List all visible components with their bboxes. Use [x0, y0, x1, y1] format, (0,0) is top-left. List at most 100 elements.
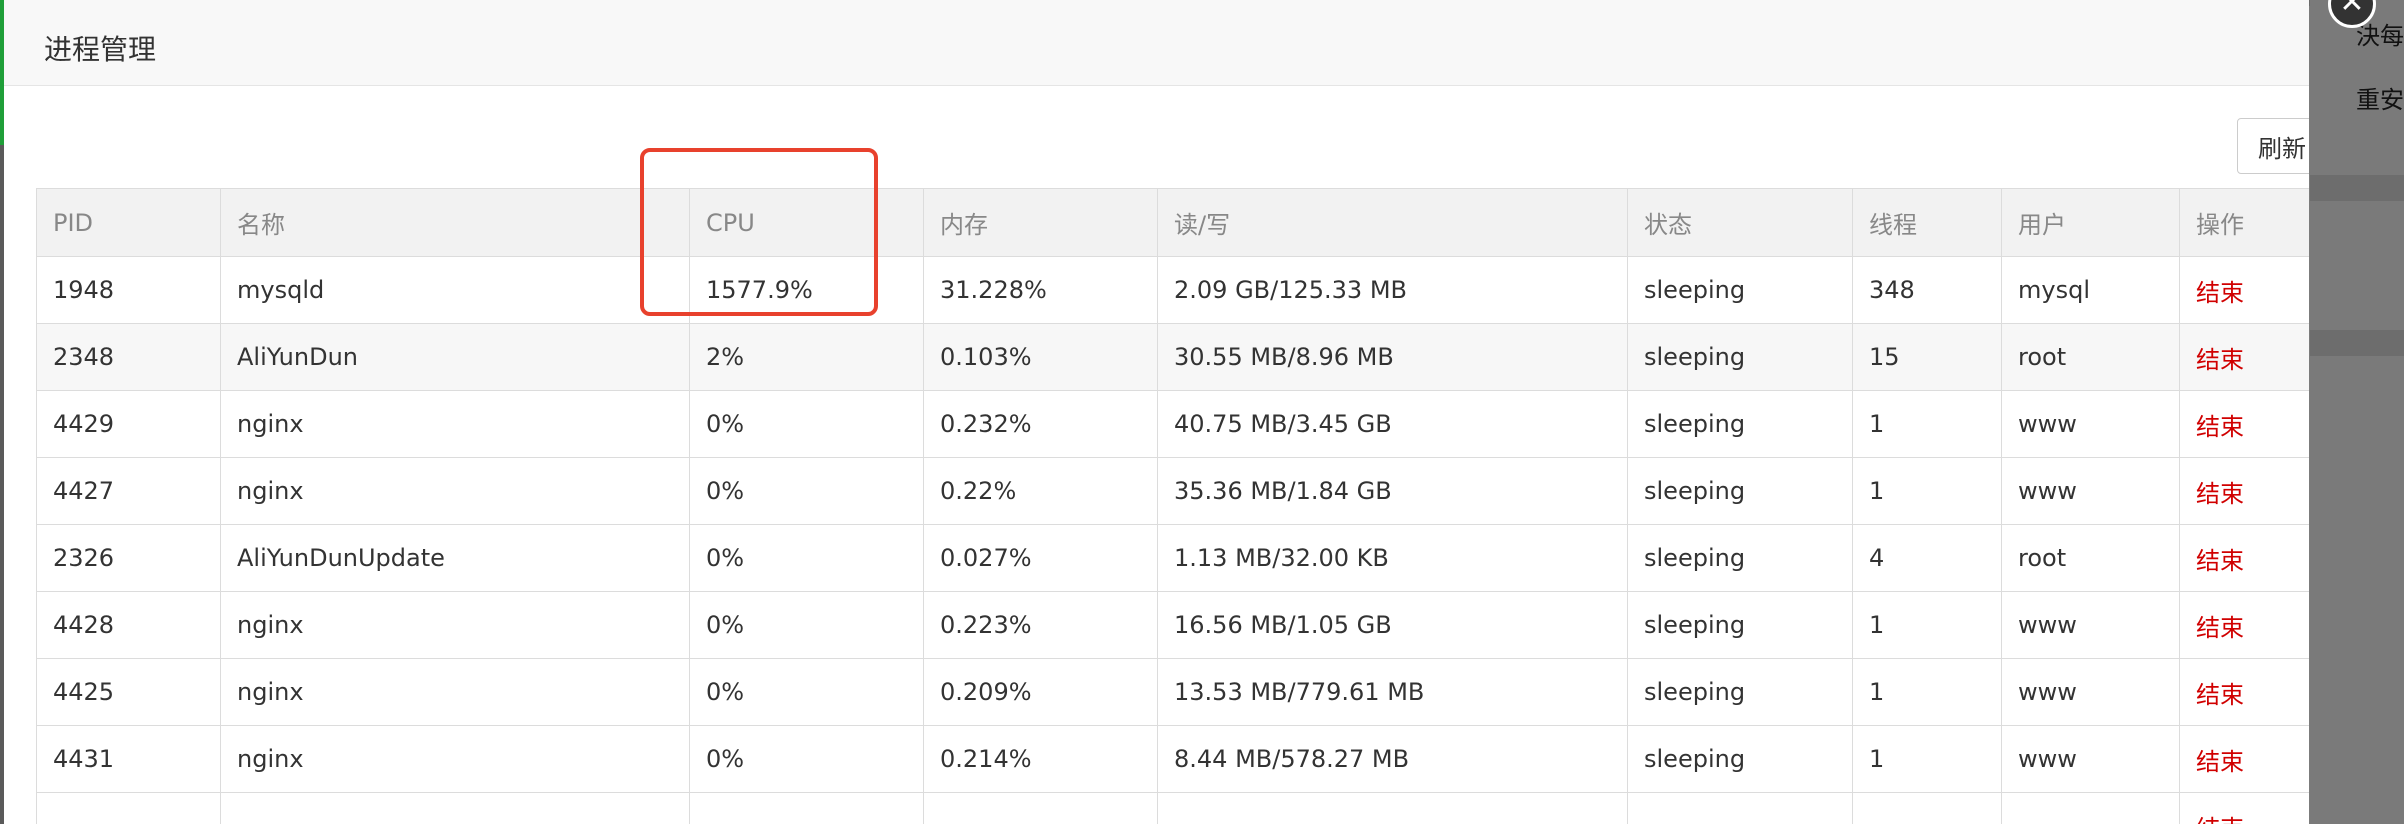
kill-process-link[interactable]: 结束 — [2179, 658, 2309, 726]
cell-memory: 0.223% — [923, 591, 1158, 659]
column-header-action: 操作 — [2179, 188, 2309, 257]
cell-pid: 2326 — [36, 524, 221, 592]
column-header-status[interactable]: 状态 — [1627, 188, 1853, 257]
background-right-panel — [2310, 0, 2404, 824]
table-row: 4427 nginx 0% 0.22% 35.36 MB/1.84 GB sle… — [36, 457, 2309, 525]
cell-status: sleeping — [1627, 725, 1853, 793]
table-row: 1948 mysqld 1577.9% 31.228% 2.09 GB/125.… — [36, 256, 2309, 324]
cell-io — [1157, 792, 1628, 824]
column-header-pid[interactable]: PID — [36, 188, 221, 257]
cell-pid: 4425 — [36, 658, 221, 726]
cell-name: nginx — [220, 390, 690, 458]
cell-pid: 4431 — [36, 725, 221, 793]
column-header-user[interactable]: 用户 — [2001, 188, 2180, 257]
kill-process-link[interactable]: 结束 — [2179, 792, 2309, 824]
cell-io: 16.56 MB/1.05 GB — [1157, 591, 1628, 659]
cell-io: 8.44 MB/578.27 MB — [1157, 725, 1628, 793]
kill-process-link[interactable]: 结束 — [2179, 256, 2309, 324]
cell-pid: 1948 — [36, 256, 221, 324]
cell-status — [1627, 792, 1853, 824]
cell-status: sleeping — [1627, 256, 1853, 324]
cell-status: sleeping — [1627, 457, 1853, 525]
cell-cpu: 0% — [689, 524, 924, 592]
cell-io: 2.09 GB/125.33 MB — [1157, 256, 1628, 324]
table-row: 4429 nginx 0% 0.232% 40.75 MB/3.45 GB sl… — [36, 390, 2309, 458]
kill-process-link[interactable]: 结束 — [2179, 323, 2309, 391]
refresh-button[interactable]: 刷新 — [2237, 118, 2309, 174]
cell-status: sleeping — [1627, 658, 1853, 726]
cell-cpu: 0% — [689, 591, 924, 659]
cell-memory: 0.22% — [923, 457, 1158, 525]
table-row: 4425 nginx 0% 0.209% 13.53 MB/779.61 MB … — [36, 658, 2309, 726]
cell-name — [220, 792, 690, 824]
cell-threads: 1 — [1852, 591, 2002, 659]
cell-pid: 4429 — [36, 390, 221, 458]
cell-cpu: 0% — [689, 390, 924, 458]
cell-cpu: 0% — [689, 457, 924, 525]
kill-process-link[interactable]: 结束 — [2179, 524, 2309, 592]
cell-memory: 0.214% — [923, 725, 1158, 793]
kill-process-link[interactable]: 结束 — [2179, 591, 2309, 659]
cell-memory: 31.228% — [923, 256, 1158, 324]
cell-memory: 0.027% — [923, 524, 1158, 592]
cell-cpu: 2% — [689, 323, 924, 391]
cell-user: www — [2001, 658, 2180, 726]
cell-memory: 0.209% — [923, 658, 1158, 726]
cpu-highlight-box — [640, 148, 878, 316]
column-header-name[interactable]: 名称 — [220, 188, 690, 257]
cell-name: mysqld — [220, 256, 690, 324]
cell-threads — [1852, 792, 2002, 824]
table-row: 4431 nginx 0% 0.214% 8.44 MB/578.27 MB s… — [36, 725, 2309, 793]
cell-user: www — [2001, 725, 2180, 793]
table-row: 4428 nginx 0% 0.223% 16.56 MB/1.05 GB sl… — [36, 591, 2309, 659]
cell-status: sleeping — [1627, 524, 1853, 592]
cell-status: sleeping — [1627, 591, 1853, 659]
cell-io: 35.36 MB/1.84 GB — [1157, 457, 1628, 525]
cell-pid: 4428 — [36, 591, 221, 659]
column-header-threads[interactable]: 线程 — [1852, 188, 2002, 257]
cell-cpu — [689, 792, 924, 824]
cell-threads: 4 — [1852, 524, 2002, 592]
cell-user: www — [2001, 457, 2180, 525]
cell-threads: 1 — [1852, 457, 2002, 525]
cell-io: 1.13 MB/32.00 KB — [1157, 524, 1628, 592]
kill-process-link[interactable]: 结束 — [2179, 457, 2309, 525]
cell-name: nginx — [220, 658, 690, 726]
cell-threads: 1 — [1852, 658, 2002, 726]
kill-process-link[interactable]: 结束 — [2179, 725, 2309, 793]
cell-pid — [36, 792, 221, 824]
cell-io: 13.53 MB/779.61 MB — [1157, 658, 1628, 726]
table-row: 2326 AliYunDunUpdate 0% 0.027% 1.13 MB/3… — [36, 524, 2309, 592]
dialog-title: 进程管理 — [44, 33, 157, 66]
cell-threads: 1 — [1852, 725, 2002, 793]
cell-io: 30.55 MB/8.96 MB — [1157, 323, 1628, 391]
cell-io: 40.75 MB/3.45 GB — [1157, 390, 1628, 458]
table-header-row: PID 名称 CPU 内存 读/写 状态 线程 用户 操作 — [36, 188, 2309, 257]
cell-name: nginx — [220, 725, 690, 793]
table-row: 2348 AliYunDun 2% 0.103% 30.55 MB/8.96 M… — [36, 323, 2309, 391]
column-header-io[interactable]: 读/写 — [1157, 188, 1628, 257]
cell-user: www — [2001, 390, 2180, 458]
cell-name: nginx — [220, 457, 690, 525]
cell-pid: 2348 — [36, 323, 221, 391]
process-manager-dialog: 进程管理 刷新 PID 名称 CPU 内存 读/写 状态 线程 用户 操作 19… — [4, 0, 2309, 824]
cell-memory: 0.103% — [923, 323, 1158, 391]
cell-threads: 348 — [1852, 256, 2002, 324]
cell-user: mysql — [2001, 256, 2180, 324]
dialog-header: 进程管理 — [4, 0, 2309, 86]
cell-threads: 1 — [1852, 390, 2002, 458]
cell-cpu: 0% — [689, 725, 924, 793]
background-right-band — [2310, 175, 2404, 201]
background-right-band — [2310, 330, 2404, 356]
process-table: PID 名称 CPU 内存 读/写 状态 线程 用户 操作 1948 mysql… — [36, 188, 2309, 824]
table-row: 结束 — [36, 792, 2309, 824]
cell-status: sleeping — [1627, 390, 1853, 458]
cell-name: AliYunDun — [220, 323, 690, 391]
cell-status: sleeping — [1627, 323, 1853, 391]
cell-memory: 0.232% — [923, 390, 1158, 458]
cell-name: nginx — [220, 591, 690, 659]
cell-user: root — [2001, 323, 2180, 391]
column-header-memory[interactable]: 内存 — [923, 188, 1158, 257]
cell-user: root — [2001, 524, 2180, 592]
kill-process-link[interactable]: 结束 — [2179, 390, 2309, 458]
